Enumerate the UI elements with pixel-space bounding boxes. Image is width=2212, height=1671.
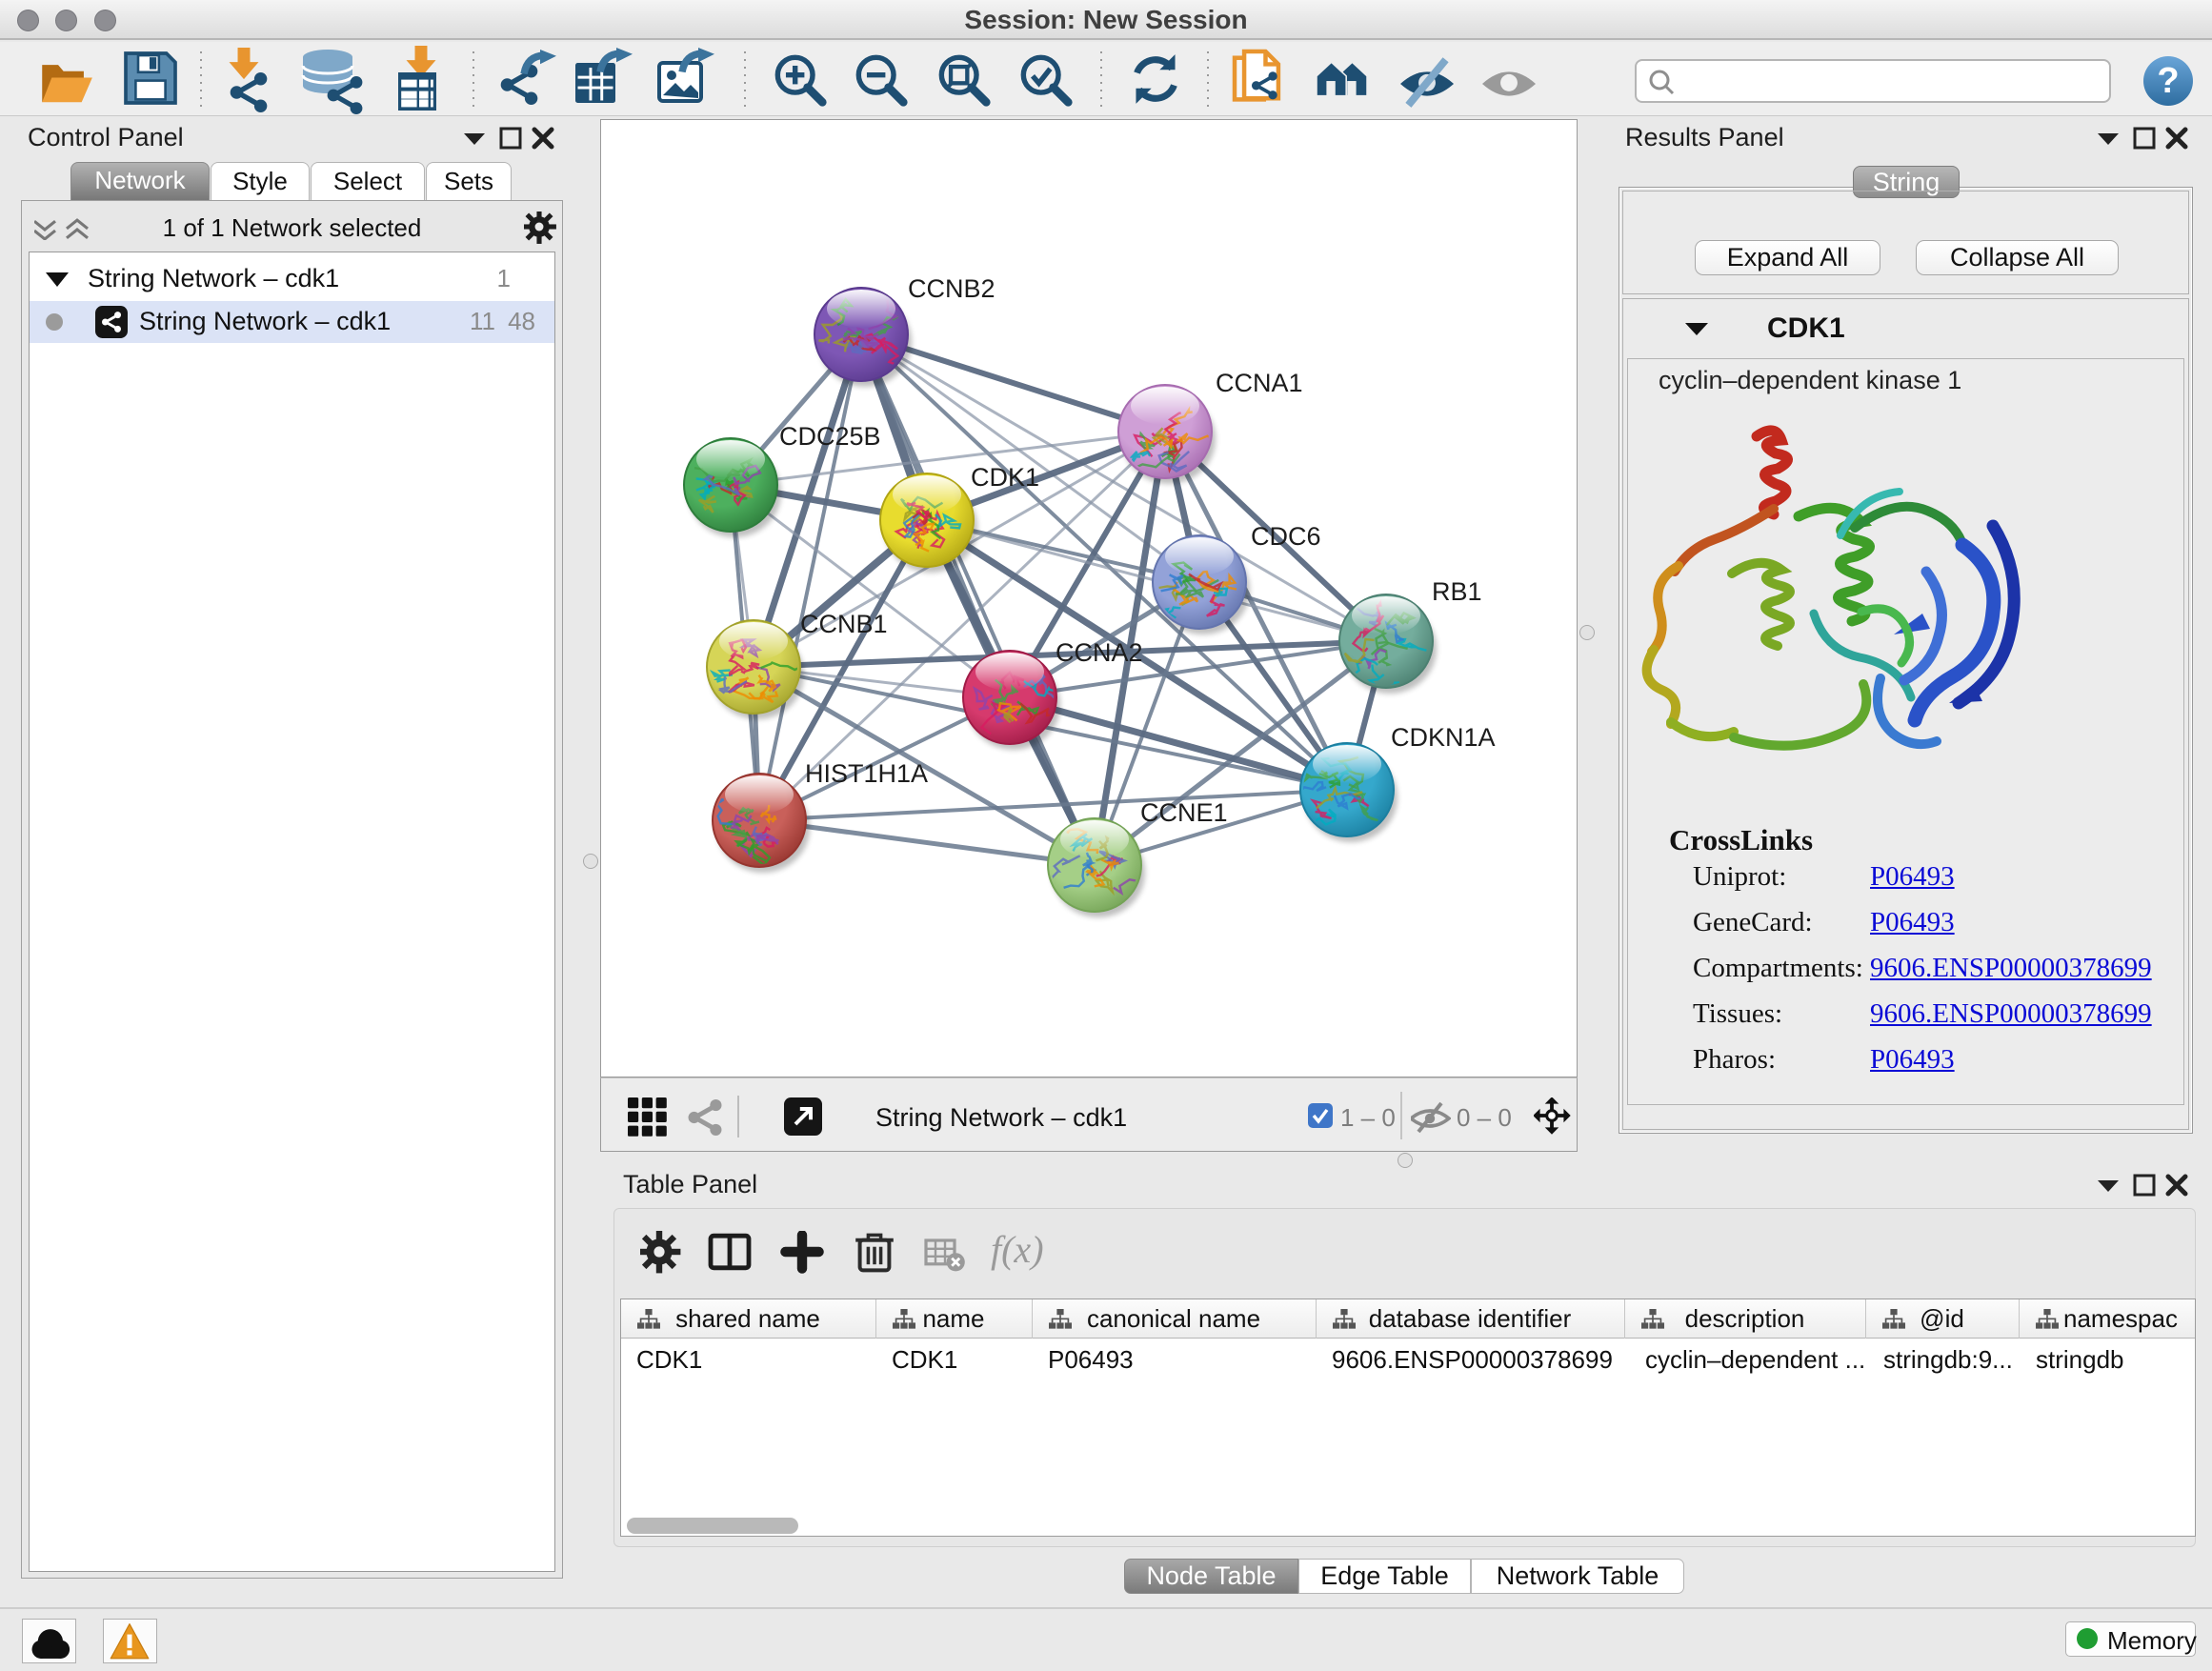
svg-text:CCNA1: CCNA1 bbox=[1216, 369, 1303, 397]
svg-text:CCNA2: CCNA2 bbox=[1056, 638, 1143, 667]
svg-text:CDK1: CDK1 bbox=[971, 463, 1039, 492]
svg-text:CCNB2: CCNB2 bbox=[908, 274, 995, 303]
svg-text:CCNE1: CCNE1 bbox=[1140, 798, 1228, 827]
svg-text:CDC25B: CDC25B bbox=[779, 422, 881, 451]
svg-text:HIST1H1A: HIST1H1A bbox=[805, 759, 928, 788]
svg-text:CDKN1A: CDKN1A bbox=[1391, 723, 1496, 752]
svg-text:CCNB1: CCNB1 bbox=[800, 610, 888, 638]
svg-text:CDC6: CDC6 bbox=[1251, 522, 1321, 551]
svg-text:RB1: RB1 bbox=[1432, 577, 1482, 606]
